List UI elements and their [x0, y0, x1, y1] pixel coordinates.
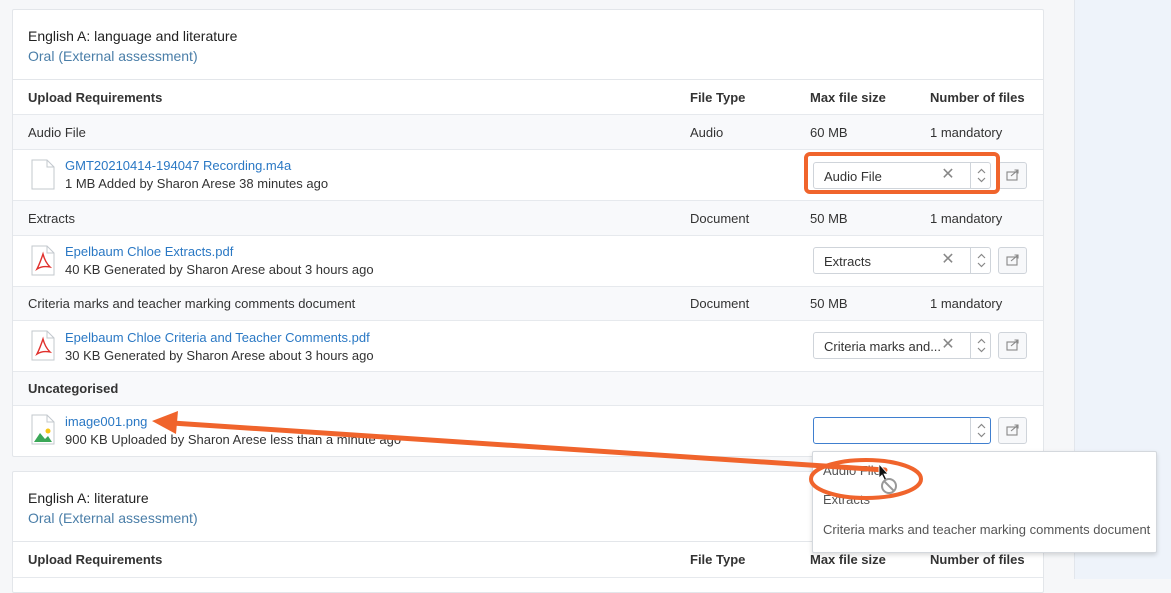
highlight-ellipse — [809, 458, 923, 500]
not-allowed-cursor-icon — [878, 462, 897, 494]
annotation-overlay — [152, 411, 923, 500]
arrow-head — [152, 411, 178, 434]
arrow-line — [169, 420, 888, 473]
